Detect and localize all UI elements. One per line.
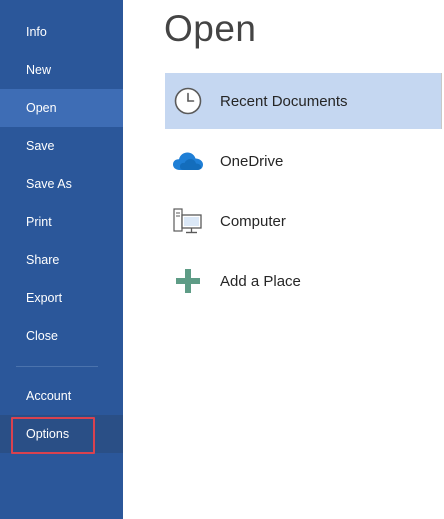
nav-item-label: Share <box>26 253 60 267</box>
nav-item-open[interactable]: Open <box>0 89 123 127</box>
nav-item-close[interactable]: Close <box>0 317 123 355</box>
backstage-nav: Info New Open Save Save As Print Share E… <box>0 0 123 519</box>
page-title: Open <box>164 8 257 49</box>
main-panel: Open Recent Documents OneDrive Computer … <box>123 0 444 519</box>
location-label: Add a Place <box>220 272 301 290</box>
nav-item-export[interactable]: Export <box>0 279 123 317</box>
nav-item-label: Print <box>26 215 52 229</box>
location-label: OneDrive <box>220 152 284 170</box>
location-computer[interactable]: Computer <box>165 193 442 249</box>
nav-item-label: Export <box>26 291 63 305</box>
nav-item-label: Save As <box>26 177 72 191</box>
nav-item-options[interactable]: Options <box>0 415 123 453</box>
nav-item-label: Info <box>26 25 47 39</box>
nav-item-save[interactable]: Save <box>0 127 123 165</box>
location-onedrive[interactable]: OneDrive <box>165 133 442 189</box>
panel-border <box>441 73 442 129</box>
nav-item-save-as[interactable]: Save As <box>0 165 123 203</box>
nav-item-label: Close <box>26 329 58 343</box>
location-label: Recent Documents <box>220 92 348 110</box>
plus-icon <box>171 264 205 298</box>
nav-item-share[interactable]: Share <box>0 241 123 279</box>
location-label: Computer <box>220 212 286 230</box>
nav-divider <box>16 366 98 367</box>
cloud-icon <box>171 144 205 178</box>
nav-item-label: Options <box>26 427 70 441</box>
nav-item-label: Save <box>26 139 55 153</box>
location-recent-documents[interactable]: Recent Documents <box>165 73 442 129</box>
nav-item-label: Account <box>26 389 72 403</box>
computer-icon <box>171 204 205 238</box>
nav-item-label: Open <box>26 101 57 115</box>
location-add-a-place[interactable]: Add a Place <box>165 253 442 309</box>
nav-item-account[interactable]: Account <box>0 377 123 415</box>
nav-item-info[interactable]: Info <box>0 13 123 51</box>
nav-item-new[interactable]: New <box>0 51 123 89</box>
nav-item-print[interactable]: Print <box>0 203 123 241</box>
clock-icon <box>171 84 205 118</box>
nav-item-label: New <box>26 63 52 77</box>
